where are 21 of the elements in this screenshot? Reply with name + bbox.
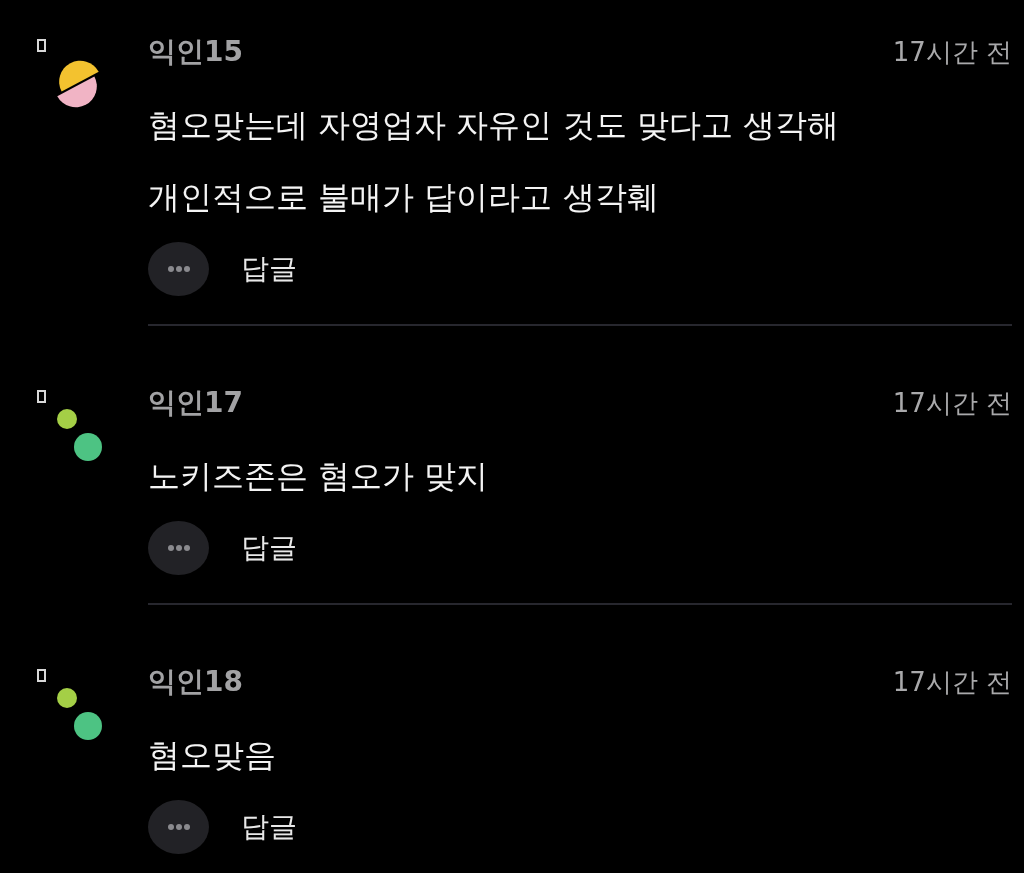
ellipsis-icon <box>167 824 190 830</box>
comment-text: 혐오맞음 <box>148 735 277 776</box>
author-name: 익인15 <box>148 34 243 70</box>
ellipsis-icon <box>167 266 190 272</box>
ellipsis-icon <box>167 545 190 551</box>
comment-text: 혐오맞는데 자영업자 자유인 것도 맞다고 생각해 <box>148 105 840 146</box>
rectangle-icon <box>37 39 46 52</box>
comment-text: 노키즈존은 혐오가 맞지 <box>148 456 490 497</box>
timestamp: 17시간 전 <box>892 386 1012 420</box>
reply-button[interactable]: 답글 <box>241 808 297 846</box>
comment-text: 개인적으로 불매가 답이라고 생각훼 <box>148 177 660 218</box>
rectangle-icon <box>37 669 46 682</box>
reply-button[interactable]: 답글 <box>241 250 297 288</box>
avatar-icon <box>57 688 102 740</box>
author-name: 익인18 <box>148 664 243 700</box>
rectangle-icon <box>37 390 46 403</box>
timestamp: 17시간 전 <box>892 665 1012 699</box>
timestamp: 17시간 전 <box>892 35 1012 69</box>
reply-button[interactable]: 답글 <box>241 529 297 567</box>
avatar-icon <box>57 409 102 461</box>
author-name: 익인17 <box>148 385 243 421</box>
